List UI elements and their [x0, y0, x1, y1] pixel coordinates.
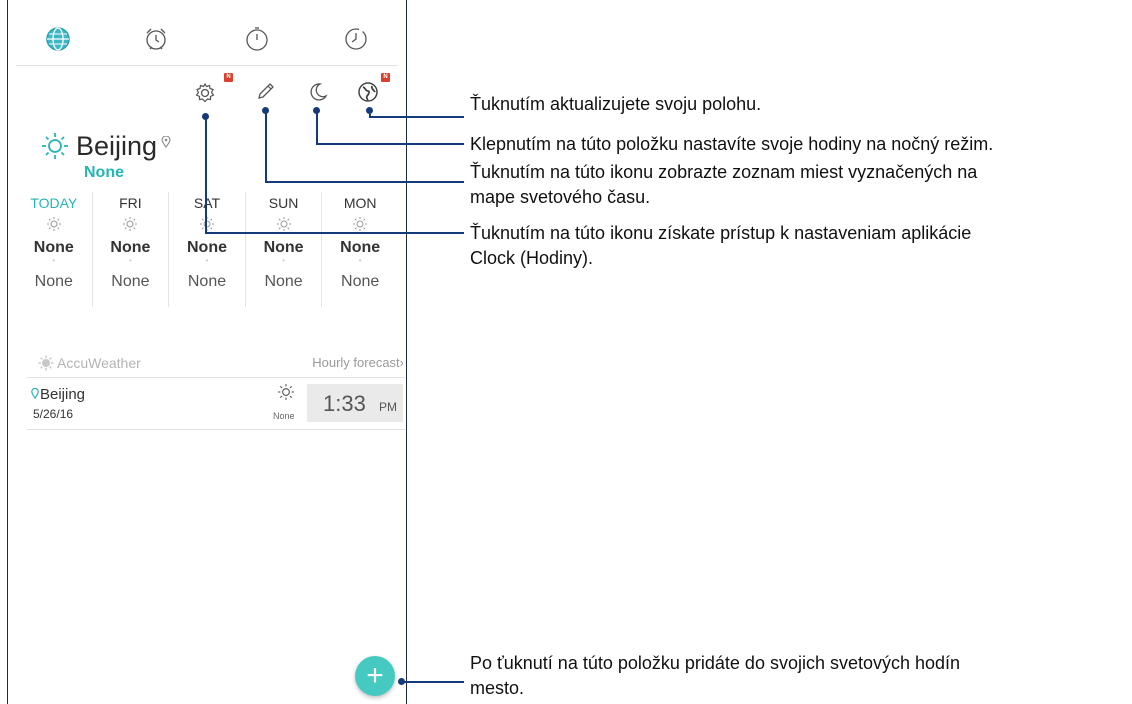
timer-icon — [345, 28, 367, 50]
accuweather-logo: AccuWeather — [38, 355, 141, 371]
current-city: Beijing — [40, 126, 171, 166]
separator-dot: • — [358, 256, 362, 265]
low-temp: None — [111, 273, 150, 290]
callout-line-location — [369, 116, 464, 118]
day-label: TODAY — [30, 195, 78, 211]
phone-screen: N N Beijing None TODAY None • None FRI N… — [7, 0, 407, 704]
tab-alarm[interactable] — [139, 22, 173, 56]
high-temp: None — [340, 239, 381, 256]
accuweather-row: AccuWeather Hourly forecast› — [38, 355, 404, 375]
forecast-day: TODAY None • None — [16, 192, 92, 307]
callout-night-mode: Klepnutím na túto položku nastavíte svoj… — [470, 134, 994, 154]
clock-time-box: 1:33 PM — [307, 384, 403, 422]
stopwatch-icon — [246, 27, 268, 51]
sun-burst-icon — [38, 355, 54, 371]
callout-add-line1: Po ťuknutí na túto položku pridáte do sv… — [470, 653, 961, 673]
tab-world-clock[interactable] — [41, 22, 75, 56]
chevron-right-icon: › — [399, 355, 404, 370]
day-label: MON — [343, 195, 377, 211]
callout-add-line2: mesto. — [470, 678, 525, 698]
tab-divider — [16, 65, 398, 66]
low-temp: None — [187, 273, 227, 290]
forecast-strip: TODAY None • None FRI None • None SAT No… — [16, 192, 398, 307]
forecast-day: MON None • None — [321, 192, 398, 307]
day-label: FRI — [119, 195, 142, 211]
location-globe-icon — [358, 82, 378, 102]
forecast-day: SUN None • None — [244, 192, 322, 307]
pencil-icon — [258, 83, 274, 99]
new-badge-settings: N — [224, 73, 233, 82]
location-pin-icon — [161, 136, 171, 148]
separator-dot: • — [282, 256, 285, 265]
callout-settings-line1: Ťuknutím na túto ikonu získate prístup k… — [470, 223, 972, 243]
add-city-button[interactable]: + — [355, 656, 395, 696]
city-name: Beijing — [76, 130, 158, 161]
edit-cities-button[interactable] — [252, 77, 280, 105]
night-mode-button[interactable] — [304, 78, 332, 106]
globe-icon — [46, 27, 70, 51]
callout-edit: Ťuknutím na túto ikonu zobrazte zoznam m… — [470, 160, 977, 210]
high-temp: None — [263, 239, 304, 256]
clock-ampm: PM — [379, 400, 397, 414]
divider — [27, 377, 405, 378]
separator-dot: • — [205, 256, 209, 265]
sun-icon — [93, 213, 169, 235]
callout-edit-line2: mape svetového času. — [470, 187, 651, 207]
callout-dot-location — [366, 107, 373, 114]
location-pin-icon — [31, 387, 39, 400]
callout-settings: Ťuknutím na túto ikonu získate prístup k… — [470, 221, 971, 271]
callout-edit-line1: Ťuknutím na túto ikonu zobrazte zoznam m… — [470, 162, 978, 182]
world-clock-item[interactable]: Beijing 5/26/16 None 1:33 PM — [27, 381, 405, 430]
clock-city: Beijing — [31, 386, 85, 403]
clock-time: 1:33 — [323, 391, 366, 416]
callout-line-night — [316, 143, 464, 145]
sun-icon — [277, 383, 295, 406]
moon-icon — [310, 83, 328, 101]
callout-location: Ťuknutím aktualizujete svoju polohu. — [470, 94, 762, 114]
low-temp: None — [34, 273, 73, 290]
clock-condition: None — [273, 411, 295, 421]
tab-bar — [8, 0, 406, 66]
settings-button[interactable] — [191, 79, 219, 107]
high-temp: None — [33, 239, 74, 256]
sun-icon — [16, 213, 92, 235]
callout-settings-line2: Clock (Hodiny). — [470, 248, 594, 268]
alarm-clock-icon — [146, 28, 166, 50]
low-temp: None — [264, 273, 303, 290]
callout-line-edit — [265, 110, 267, 183]
callout-add: Po ťuknutí na túto položku pridáte do sv… — [470, 651, 960, 701]
callout-line-night — [316, 110, 318, 145]
callout-line-settings — [205, 116, 207, 234]
sun-icon — [42, 133, 68, 159]
high-temp: None — [110, 239, 151, 256]
clock-date: 5/26/16 — [33, 407, 74, 421]
separator-dot: • — [52, 256, 56, 265]
update-location-button[interactable] — [354, 78, 382, 106]
day-label: SUN — [268, 195, 299, 211]
forecast-day: FRI None • None — [91, 192, 169, 307]
callout-line-edit — [265, 181, 464, 183]
hourly-forecast-label: Hourly forecast — [312, 355, 400, 370]
tab-timer[interactable] — [339, 22, 373, 56]
weather-status: None — [84, 164, 124, 181]
separator-dot: • — [128, 256, 132, 265]
new-badge-location: N — [381, 73, 390, 82]
hourly-forecast-link[interactable]: Hourly forecast› — [312, 355, 404, 370]
callout-line-settings — [205, 232, 464, 234]
clock-city-label: Beijing — [40, 386, 86, 403]
tab-stopwatch[interactable] — [240, 22, 274, 56]
gear-icon — [195, 82, 215, 103]
low-temp: None — [341, 273, 380, 290]
callout-line-add — [401, 681, 464, 683]
high-temp: None — [186, 239, 227, 256]
accuweather-label: AccuWeather — [57, 355, 141, 371]
